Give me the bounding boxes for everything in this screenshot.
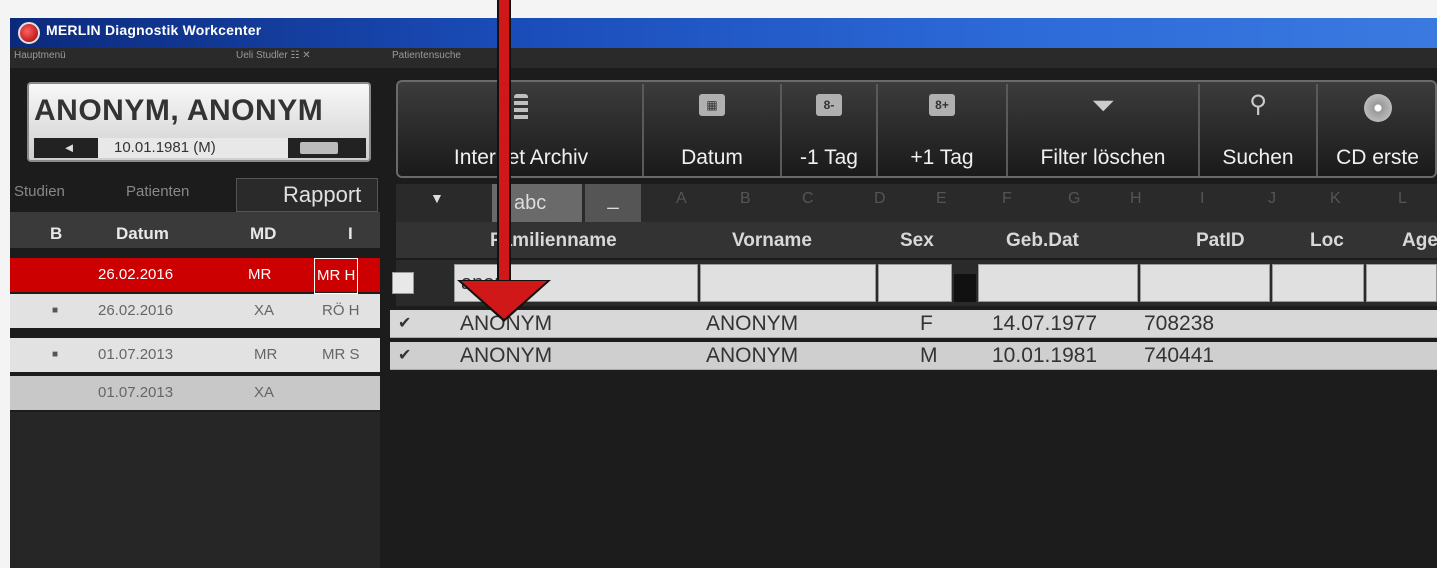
filter-clear-icon: ⏷ xyxy=(1092,90,1114,120)
study-datum: 01.07.2013 xyxy=(98,346,174,363)
datum-button[interactable]: ▦ Datum xyxy=(644,84,782,176)
alphabet-letter[interactable]: L xyxy=(1398,190,1407,208)
alphabet-letter[interactable]: G xyxy=(1068,190,1080,208)
study-row[interactable]: ■ 01.07.2013 MR MR S xyxy=(10,338,380,372)
calendar-plus-icon: 8+ xyxy=(929,94,955,116)
study-md: XA xyxy=(254,384,275,401)
suchen-label: Suchen xyxy=(1222,146,1294,169)
cell-patid: 740441 xyxy=(1144,344,1215,367)
alphabet-letter[interactable]: B xyxy=(740,190,751,208)
cell-sex: F xyxy=(920,312,933,335)
filter-loeschen-label: Filter löschen xyxy=(1040,146,1166,169)
study-desc: RÖ H xyxy=(322,302,360,319)
patient-row[interactable]: ✔ ANONYM ANONYM M 10.01.1981 740441 xyxy=(390,342,1437,370)
studies-col-datum[interactable]: Datum xyxy=(116,224,169,244)
annotation-arrow-shaft xyxy=(497,0,511,285)
cell-gebdat: 14.07.1977 xyxy=(992,312,1098,335)
alphabet-underscore-button[interactable]: _ xyxy=(585,184,641,222)
select-all-checkbox[interactable] xyxy=(392,272,414,294)
calendar-minus-icon: 8- xyxy=(816,94,842,116)
study-md: MR xyxy=(254,346,278,363)
gebdat-filter-input[interactable] xyxy=(978,264,1138,302)
studies-col-desc[interactable]: I xyxy=(348,224,353,244)
cell-sex: M xyxy=(920,344,938,367)
plus-1-tag-button[interactable]: 8+ +1 Tag xyxy=(878,84,1008,176)
study-row[interactable]: 26.02.2016 MR MR H xyxy=(10,258,380,294)
study-desc: MR S xyxy=(322,346,360,363)
alphabet-letter[interactable]: C xyxy=(802,190,814,208)
tab-rapport[interactable]: Rapport xyxy=(236,178,378,212)
study-datum: 26.02.2016 xyxy=(98,302,174,319)
minus-1-tag-label: -1 Tag xyxy=(800,146,858,169)
cell-vorname: ANONYM xyxy=(706,312,799,335)
col-loc[interactable]: Loc xyxy=(1310,230,1344,252)
loc-filter-input[interactable] xyxy=(1272,264,1364,302)
patient-dob: 10.01.1981 (M) xyxy=(98,138,288,158)
app-logo-icon xyxy=(18,22,40,44)
prev-patient-button[interactable]: ◄ xyxy=(44,138,94,158)
plus-1-tag-label: +1 Tag xyxy=(910,146,974,169)
internet-archiv-label: Internet Archiv xyxy=(453,146,589,169)
menu-hauptmenu[interactable]: Hauptmenü xyxy=(14,50,66,61)
study-datum: 26.02.2016 xyxy=(98,266,174,283)
alphabet-letter[interactable]: I xyxy=(1200,190,1204,208)
cell-familienname: ANONYM xyxy=(460,344,553,367)
tab-patienten[interactable]: Patienten xyxy=(126,183,189,200)
sex-filter-input[interactable] xyxy=(878,264,952,302)
study-row[interactable]: 01.07.2013 XA xyxy=(10,376,380,410)
alphabet-letter[interactable]: A xyxy=(676,190,687,208)
sex-filter-dropdown-icon[interactable] xyxy=(954,274,976,302)
row-checkbox[interactable]: ✔ xyxy=(398,342,411,370)
alphabet-letter[interactable]: F xyxy=(1002,190,1012,208)
study-badge: ■ xyxy=(52,305,59,316)
alphabet-letter[interactable]: J xyxy=(1268,190,1276,208)
alphabet-letter[interactable]: K xyxy=(1330,190,1341,208)
window-title: MERLIN Diagnostik Workcenter xyxy=(46,22,262,38)
suchen-button[interactable]: ⚲ Suchen xyxy=(1200,84,1318,176)
datum-label: Datum xyxy=(681,146,743,169)
cd-icon xyxy=(1363,94,1392,122)
row-checkbox[interactable]: ✔ xyxy=(398,310,411,338)
list-icon xyxy=(514,94,528,122)
alphabet-letter[interactable]: H xyxy=(1130,190,1142,208)
patient-name: ANONYM, ANONYM xyxy=(34,94,324,127)
internet-archiv-button[interactable]: Internet Archiv xyxy=(400,84,644,176)
study-datum: 01.07.2013 xyxy=(98,384,174,401)
study-desc: MR H xyxy=(314,258,359,294)
age-filter-input[interactable] xyxy=(1366,264,1437,302)
cd-erstellen-button[interactable]: CD erste xyxy=(1318,84,1437,176)
calendar-icon: ▦ xyxy=(699,94,725,116)
study-row[interactable]: ■ 26.02.2016 XA RÖ H xyxy=(10,294,380,328)
col-patid[interactable]: PatID xyxy=(1196,230,1245,252)
study-md: XA xyxy=(254,302,275,319)
vorname-filter-input[interactable] xyxy=(700,264,876,302)
tab-studien[interactable]: Studien xyxy=(14,183,65,200)
search-icon: ⚲ xyxy=(1249,91,1267,118)
cell-gebdat: 10.01.1981 xyxy=(992,344,1098,367)
sort-dropdown-icon[interactable]: ▼ xyxy=(430,190,444,206)
studies-col-b[interactable]: B xyxy=(50,224,62,244)
annotation-arrow-head-fill xyxy=(461,281,547,319)
col-vorname[interactable]: Vorname xyxy=(732,230,812,252)
alphabet-letter[interactable]: E xyxy=(936,190,947,208)
studies-col-md[interactable]: MD xyxy=(250,224,276,244)
menu-user[interactable]: Ueli Studler ☷ ✕ xyxy=(236,50,311,61)
cell-patid: 708238 xyxy=(1144,312,1215,335)
col-age[interactable]: Age xyxy=(1402,230,1437,252)
menu-patientensuche[interactable]: Patientensuche xyxy=(392,50,461,61)
study-badge: ■ xyxy=(52,349,59,360)
alphabet-letter[interactable]: D xyxy=(874,190,886,208)
patid-filter-input[interactable] xyxy=(1140,264,1270,302)
study-md: MR xyxy=(248,266,272,283)
minus-1-tag-button[interactable]: 8- -1 Tag xyxy=(782,84,878,176)
studies-header xyxy=(10,212,380,248)
col-gebdat[interactable]: Geb.Dat xyxy=(1006,230,1079,252)
col-sex[interactable]: Sex xyxy=(900,230,934,252)
menubar xyxy=(10,48,1437,68)
cell-vorname: ANONYM xyxy=(706,344,799,367)
next-patient-button[interactable] xyxy=(300,142,338,154)
studies-empty-area xyxy=(10,412,380,568)
cd-erstellen-label: CD erste xyxy=(1336,146,1419,169)
filter-loeschen-button[interactable]: ⏷ Filter löschen xyxy=(1008,84,1200,176)
